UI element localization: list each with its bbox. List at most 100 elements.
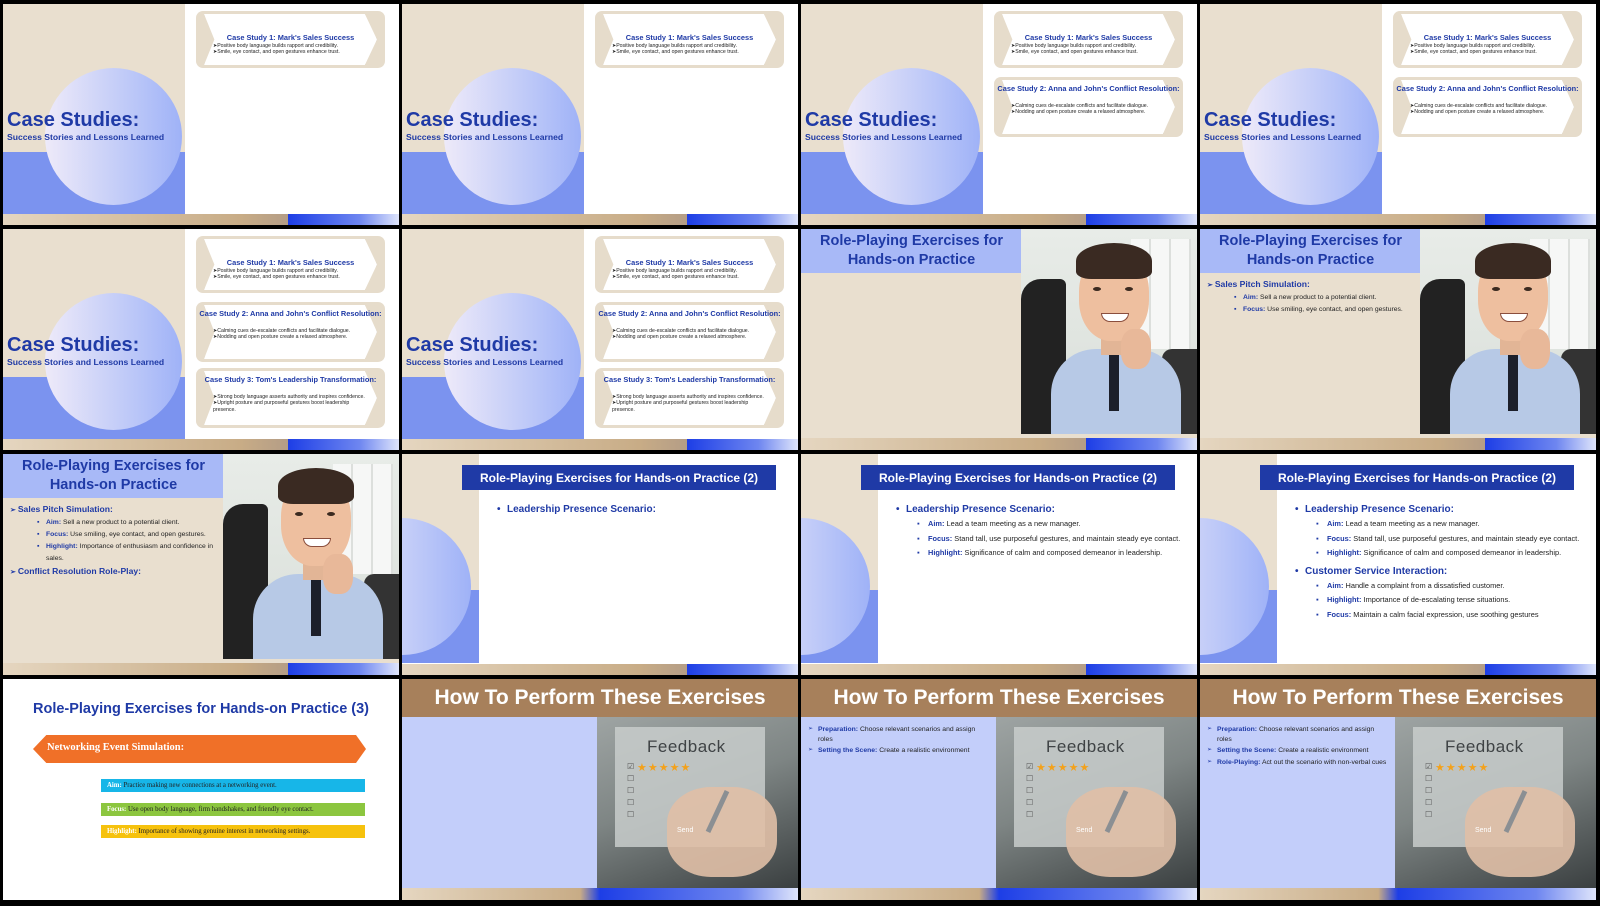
leadership-heading: Leadership Presence Scenario: <box>896 502 1191 517</box>
leadership-aim: Aim: Lead a team meeting as a new manage… <box>1295 517 1590 532</box>
businessman-photo <box>1420 229 1596 434</box>
sales-focus: Focus: Use smiling, eye contact, and ope… <box>1207 304 1417 316</box>
businessman-photo <box>223 454 399 659</box>
case-study-3-card: Case Study 3: Tom's Leadership Transform… <box>196 368 385 428</box>
leadership-highlight: Highlight: Significance of calm and comp… <box>1295 546 1590 561</box>
conflict-heading: Conflict Resolution Role-Play: <box>10 565 220 579</box>
leadership-aim: Aim: Lead a team meeting as a new manage… <box>896 517 1191 532</box>
slide-role-play-2-a[interactable]: Role-Playing Exercises for Hands-on Prac… <box>402 454 798 675</box>
case-study-1-title: Case Study 1: Mark's Sales Success <box>226 33 355 42</box>
bottom-bar <box>801 214 1197 225</box>
star-rating-icon: ★★★★★ <box>1435 762 1490 774</box>
networking-highlight: Highlight: Importance of showing genuine… <box>101 825 365 838</box>
sales-focus: Focus: Use smiling, eye contact, and ope… <box>10 529 220 541</box>
steps-list: Preparation: Choose relevant scenarios a… <box>1207 725 1387 769</box>
slide-case-studies-1[interactable]: Case Studies: Success Stories and Lesson… <box>3 4 399 225</box>
case-study-2-card: Case Study 2: Anna and John's Conflict R… <box>196 302 385 362</box>
sales-heading: Sales Pitch Simulation: <box>10 503 220 517</box>
slide-case-studies-6[interactable]: Case Studies: Success Stories and Lesson… <box>402 229 798 450</box>
case-study-1-title: Case Study 1: Mark's Sales Success <box>625 33 754 42</box>
slide-title: Role-Playing Exercises for Hands-on Prac… <box>820 233 1003 268</box>
slide-role-play-2-c[interactable]: Role-Playing Exercises for Hands-on Prac… <box>1200 454 1596 675</box>
customer-highlight: Highlight: Importance of de-escalating t… <box>1295 593 1590 608</box>
slide-how-to-1[interactable]: How To Perform These Exercises Feedback … <box>402 679 798 900</box>
feedback-photo: Feedback ☑ ☐ ☐ ☐ ☐ ★★★★★ Send <box>996 717 1197 888</box>
step-preparation: Preparation: Choose relevant scenarios a… <box>808 725 988 744</box>
case-study-2-card: Case Study 2: Anna and John's Conflict R… <box>595 302 784 362</box>
slide-title: Case Studies: <box>7 334 140 356</box>
exercise-list: Sales Pitch Simulation: Aim: Sell a new … <box>1207 278 1417 316</box>
slide-subtitle: Success Stories and Lessons Learned <box>805 132 963 142</box>
send-text: Send <box>1076 827 1093 834</box>
slide-role-play-2[interactable]: Role-Playing Exercises for Hands-on Prac… <box>1200 229 1596 450</box>
star-rating-icon: ★★★★★ <box>637 762 692 774</box>
case-study-1-card: Case Study 1: Mark's Sales Success Posit… <box>1393 11 1582 68</box>
case-study-1-title: Case Study 1: Mark's Sales Success <box>625 258 754 267</box>
slide-subtitle: Success Stories and Lessons Learned <box>406 132 564 142</box>
case-study-3-point: Upright posture and purposeful gestures … <box>213 400 373 413</box>
slide-case-studies-5[interactable]: Case Studies: Success Stories and Lesson… <box>3 229 399 450</box>
feedback-text: Feedback <box>647 737 726 756</box>
star-rating-icon: ★★★★★ <box>1036 762 1091 774</box>
case-study-1-point: Smile, eye contact, and open gestures en… <box>213 49 373 55</box>
case-study-1-title: Case Study 1: Mark's Sales Success <box>1423 33 1552 42</box>
slide-title: Role-Playing Exercises for Hands-on Prac… <box>1277 471 1557 485</box>
feedback-text: Feedback <box>1046 737 1125 756</box>
slide-title: Case Studies: <box>406 334 539 356</box>
bottom-bar <box>801 438 1197 450</box>
slide-role-play-1[interactable]: Role-Playing Exercises for Hands-on Prac… <box>801 229 1197 450</box>
slide-case-studies-4[interactable]: Case Studies: Success Stories and Lesson… <box>1200 4 1596 225</box>
slide-subtitle: Success Stories and Lessons Learned <box>406 357 564 367</box>
customer-aim: Aim: Handle a complaint from a dissatisf… <box>1295 579 1590 594</box>
case-study-2-title: Case Study 2: Anna and John's Conflict R… <box>598 309 781 318</box>
slide-how-to-2[interactable]: How To Perform These Exercises Feedback … <box>801 679 1197 900</box>
bottom-bar <box>1200 438 1596 450</box>
case-study-2-card: Case Study 2: Anna and John's Conflict R… <box>994 77 1183 137</box>
slide-title: Role-Playing Exercises for Hands-on Prac… <box>32 701 370 717</box>
networking-focus: Focus: Use open body language, firm hand… <box>101 803 365 816</box>
case-study-1-card: Case Study 1: Mark's Sales Success Posit… <box>595 236 784 293</box>
bottom-bar <box>1200 888 1596 900</box>
send-text: Send <box>677 827 694 834</box>
customer-heading: Customer Service Interaction: <box>1295 564 1590 579</box>
sales-heading: Sales Pitch Simulation: <box>1207 278 1417 292</box>
case-study-2-point: Nodding and open posture create a relaxe… <box>1011 109 1171 115</box>
slide-how-to-3[interactable]: How To Perform These Exercises Feedback … <box>1200 679 1596 900</box>
case-study-3-card: Case Study 3: Tom's Leadership Transform… <box>595 368 784 428</box>
slide-title: Role-Playing Exercises for Hands-on Prac… <box>22 458 205 493</box>
bottom-bar <box>3 214 399 225</box>
case-study-3-title: Case Study 3: Tom's Leadership Transform… <box>603 375 776 384</box>
case-study-2-point: Nodding and open posture create a relaxe… <box>1410 109 1570 115</box>
bottom-bar <box>402 888 798 900</box>
case-study-2-title: Case Study 2: Anna and John's Conflict R… <box>199 309 382 318</box>
exercise-list: Leadership Presence Scenario: Aim: Lead … <box>896 502 1191 561</box>
slide-role-play-2-b[interactable]: Role-Playing Exercises for Hands-on Prac… <box>801 454 1197 675</box>
sales-highlight: Highlight: Importance of enthusiasm and … <box>10 541 220 565</box>
case-study-2-card: Case Study 2: Anna and John's Conflict R… <box>1393 77 1582 137</box>
case-study-1-point: Smile, eye contact, and open gestures en… <box>213 274 373 280</box>
bottom-bar <box>801 888 1197 900</box>
case-study-1-point: Smile, eye contact, and open gestures en… <box>612 274 772 280</box>
slide-role-play-3[interactable]: Role-Playing Exercises for Hands-on Prac… <box>3 454 399 675</box>
step-preparation: Preparation: Choose relevant scenarios a… <box>1207 725 1387 744</box>
case-study-1-point: Smile, eye contact, and open gestures en… <box>612 49 772 55</box>
slide-role-play-3[interactable]: Role-Playing Exercises for Hands-on Prac… <box>3 679 399 900</box>
slide-title: Case Studies: <box>1204 109 1337 131</box>
case-study-2-point: Nodding and open posture create a relaxe… <box>612 334 772 340</box>
sales-aim: Aim: Sell a new product to a potential c… <box>10 517 220 529</box>
slide-case-studies-3[interactable]: Case Studies: Success Stories and Lesson… <box>801 4 1197 225</box>
exercise-list: Sales Pitch Simulation: Aim: Sell a new … <box>10 503 220 579</box>
slide-title: How To Perform These Exercises <box>434 686 766 709</box>
step-setting-scene: Setting the Scene: Create a realistic en… <box>1207 746 1387 756</box>
exercise-list: Leadership Presence Scenario: <box>497 502 792 517</box>
networking-heading: Networking Event Simulation: <box>47 742 185 753</box>
slide-case-studies-2[interactable]: Case Studies: Success Stories and Lesson… <box>402 4 798 225</box>
bottom-bar <box>402 664 798 675</box>
case-study-1-point: Smile, eye contact, and open gestures en… <box>1011 49 1171 55</box>
sales-aim: Aim: Sell a new product to a potential c… <box>1207 292 1417 304</box>
feedback-text: Feedback <box>1445 737 1524 756</box>
bottom-bar <box>3 439 399 450</box>
feedback-photo: Feedback ☑ ☐ ☐ ☐ ☐ ★★★★★ Send <box>1395 717 1596 888</box>
slide-thumbnail-grid: Case Studies: Success Stories and Lesson… <box>0 0 1600 906</box>
slide-title: Role-Playing Exercises for Hands-on Prac… <box>1219 233 1402 268</box>
